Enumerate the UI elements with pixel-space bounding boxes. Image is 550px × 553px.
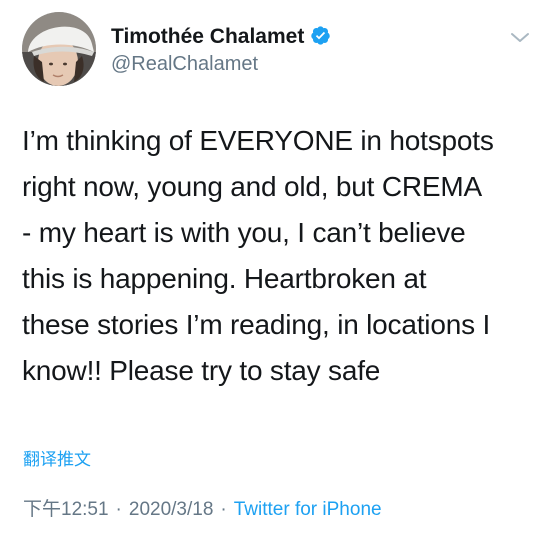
meta-separator: ·: [115, 499, 122, 520]
user-avatar-photo: [22, 12, 96, 86]
tweet-time[interactable]: 下午12:51: [23, 499, 109, 520]
tweet-source-link[interactable]: Twitter for iPhone: [234, 499, 382, 520]
display-name-text: Timothée Chalamet: [111, 25, 305, 48]
translate-tweet-link[interactable]: 翻译推文: [23, 448, 91, 472]
display-name[interactable]: Timothée Chalamet: [111, 24, 331, 50]
meta-separator: ·: [220, 499, 227, 520]
chevron-down-icon[interactable]: [508, 30, 532, 46]
tweet-meta: 下午12:51 · 2020/3/18 · Twitter for iPhone: [23, 497, 382, 523]
tweet-card: Timothée Chalamet @RealChalamet I’m thin…: [0, 0, 550, 553]
verified-badge-icon: [310, 25, 331, 46]
tweet-text: I’m thinking of EVERYONE in hotspots rig…: [22, 125, 494, 386]
user-handle[interactable]: @RealChalamet: [111, 51, 258, 77]
tweet-date[interactable]: 2020/3/18: [129, 499, 214, 520]
avatar[interactable]: [22, 12, 96, 86]
